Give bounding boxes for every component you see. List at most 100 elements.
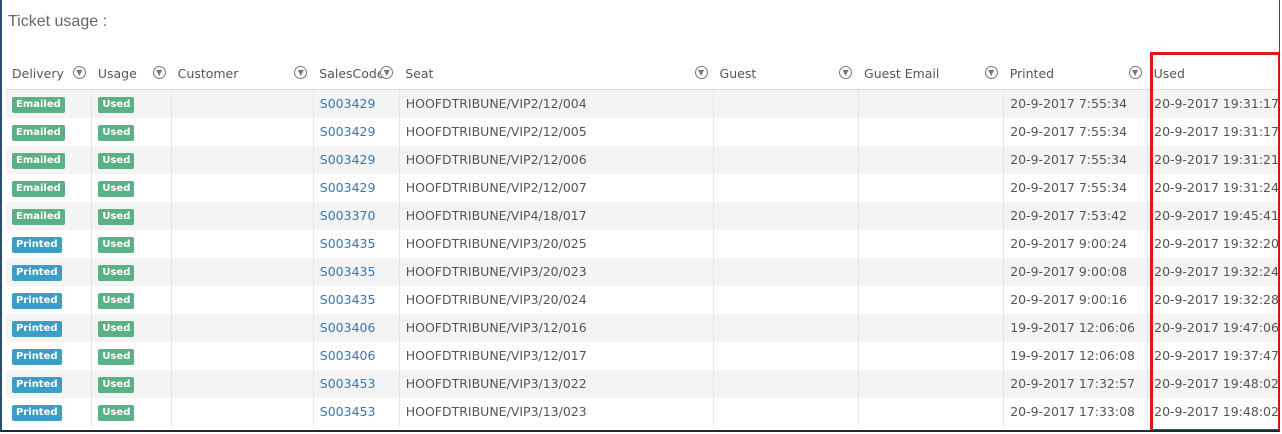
usage-cell: Used xyxy=(91,257,172,286)
usage-badge: Used xyxy=(98,96,135,113)
guest-cell xyxy=(713,397,859,426)
customer-cell xyxy=(171,285,314,314)
usage-badge: Used xyxy=(98,376,135,393)
salescode-link[interactable]: S003453 xyxy=(320,376,376,391)
delivery-badge: Printed xyxy=(12,236,62,253)
delivery-cell: Printed xyxy=(6,257,92,286)
usage-cell: Used xyxy=(91,89,172,118)
customer-cell xyxy=(171,257,314,286)
column-header-customer[interactable]: Customer ▼ xyxy=(171,58,314,90)
used-cell: 20-9-2017 19:48:02 xyxy=(1147,369,1279,398)
column-header-salescode[interactable]: SalesCode ▼ xyxy=(313,58,400,90)
salescode-link[interactable]: S003429 xyxy=(320,152,376,167)
guest-email-cell xyxy=(857,229,1004,258)
salescode-link[interactable]: S003406 xyxy=(320,348,376,363)
used-cell: 20-9-2017 19:32:28 xyxy=(1147,285,1279,314)
usage-badge: Used xyxy=(98,124,135,141)
usage-badge: Used xyxy=(98,404,135,421)
delivery-cell: Printed xyxy=(6,285,92,314)
salescode-link[interactable]: S003435 xyxy=(320,236,376,251)
table-row[interactable]: Printed Used S003435 HOOFDTRIBUNE/VIP3/20/0… xyxy=(6,285,1279,314)
column-header-delivery[interactable]: Delivery ▼ xyxy=(6,58,92,90)
column-header-usage[interactable]: Usage ▼ xyxy=(91,58,172,90)
column-header-guest-email[interactable]: Guest Email ▼ xyxy=(858,58,1004,90)
filter-icon[interactable]: ▼ xyxy=(984,66,998,79)
seat-cell: HOOFDTRIBUNE/VIP3/20/025 xyxy=(398,229,714,258)
column-header-seat[interactable]: Seat ▼ xyxy=(399,58,714,90)
guest-email-cell xyxy=(857,285,1004,314)
column-header-printed[interactable]: Printed ▼ xyxy=(1003,58,1148,90)
guest-email-cell xyxy=(857,117,1004,146)
guest-cell xyxy=(713,173,859,202)
used-cell: 20-9-2017 19:32:20 xyxy=(1147,229,1279,258)
ticket-usage-table: Delivery ▼ Usage ▼ Customer ▼ SalesCode ▼ Se… xyxy=(6,58,1279,426)
guest-cell xyxy=(713,229,859,258)
table-row[interactable]: Emailed Used S003429 HOOFDTRIBUNE/VIP2/12/0… xyxy=(6,145,1279,174)
usage-cell: Used xyxy=(91,397,172,426)
usage-cell: Used xyxy=(91,229,172,258)
usage-badge: Used xyxy=(98,348,135,365)
usage-badge: Used xyxy=(98,292,135,309)
table-row[interactable]: Emailed Used S003429 HOOFDTRIBUNE/VIP2/12/0… xyxy=(6,173,1279,202)
filter-icon[interactable]: ▼ xyxy=(380,66,394,79)
salescode-link[interactable]: S003429 xyxy=(320,124,376,139)
guest-cell xyxy=(713,201,859,230)
printed-cell: 20-9-2017 9:00:16 xyxy=(1003,285,1148,314)
delivery-badge: Printed xyxy=(12,292,62,309)
salescode-link[interactable]: S003435 xyxy=(320,292,376,307)
delivery-badge: Emailed xyxy=(12,124,65,141)
table-row[interactable]: Printed Used S003406 HOOFDTRIBUNE/VIP3/12/0… xyxy=(6,313,1279,342)
printed-cell: 19-9-2017 12:06:06 xyxy=(1003,313,1148,342)
salescode-cell: S003406 xyxy=(312,313,400,342)
printed-cell: 20-9-2017 17:33:08 xyxy=(1003,397,1148,426)
filter-icon[interactable]: ▼ xyxy=(839,66,853,79)
table-row[interactable]: Printed Used S003406 HOOFDTRIBUNE/VIP3/12/0… xyxy=(6,341,1279,370)
table-row[interactable]: Emailed Used S003370 HOOFDTRIBUNE/VIP4/18/0… xyxy=(6,201,1279,230)
table-row[interactable]: Printed Used S003453 HOOFDTRIBUNE/VIP3/13/0… xyxy=(6,369,1279,398)
table-header-row: Delivery ▼ Usage ▼ Customer ▼ SalesCode ▼ Se… xyxy=(6,58,1279,90)
salescode-link[interactable]: S003453 xyxy=(320,404,376,419)
filter-icon[interactable]: ▼ xyxy=(294,66,308,79)
salescode-link[interactable]: S003406 xyxy=(320,320,376,335)
usage-badge: Used xyxy=(98,180,135,197)
table-row[interactable]: Emailed Used S003429 HOOFDTRIBUNE/VIP2/12/0… xyxy=(6,117,1279,146)
delivery-cell: Printed xyxy=(6,369,92,398)
column-header-used[interactable]: Used xyxy=(1147,58,1279,90)
usage-cell: Used xyxy=(91,117,172,146)
delivery-cell: Printed xyxy=(6,229,92,258)
salescode-link[interactable]: S003435 xyxy=(320,264,376,279)
salescode-cell: S003435 xyxy=(312,229,400,258)
used-cell: 20-9-2017 19:31:21 xyxy=(1147,145,1279,174)
filter-icon[interactable]: ▼ xyxy=(694,66,708,79)
table-row[interactable]: Printed Used S003435 HOOFDTRIBUNE/VIP3/20/0… xyxy=(6,229,1279,258)
table-row[interactable]: Printed Used S003435 HOOFDTRIBUNE/VIP3/20/0… xyxy=(6,257,1279,286)
guest-email-cell xyxy=(857,201,1004,230)
delivery-badge: Emailed xyxy=(12,96,65,113)
delivery-cell: Emailed xyxy=(6,117,92,146)
usage-cell: Used xyxy=(91,173,172,202)
column-header-guest[interactable]: Guest ▼ xyxy=(713,58,859,90)
guest-email-cell xyxy=(857,369,1004,398)
customer-cell xyxy=(171,89,314,118)
guest-email-cell xyxy=(857,341,1004,370)
usage-cell: Used xyxy=(91,201,172,230)
delivery-badge: Printed xyxy=(12,320,62,337)
salescode-cell: S003429 xyxy=(312,173,400,202)
seat-cell: HOOFDTRIBUNE/VIP3/13/022 xyxy=(398,369,714,398)
delivery-badge: Emailed xyxy=(12,152,65,169)
printed-cell: 20-9-2017 17:32:57 xyxy=(1003,369,1148,398)
salescode-link[interactable]: S003429 xyxy=(320,180,376,195)
guest-email-cell xyxy=(857,257,1004,286)
customer-cell xyxy=(171,341,314,370)
guest-cell xyxy=(713,313,859,342)
table-row[interactable]: Emailed Used S003429 HOOFDTRIBUNE/VIP2/12/0… xyxy=(6,89,1279,118)
filter-icon[interactable]: ▼ xyxy=(72,66,86,79)
table-row[interactable]: Printed Used S003453 HOOFDTRIBUNE/VIP3/13/0… xyxy=(6,397,1279,426)
customer-cell xyxy=(171,145,314,174)
salescode-link[interactable]: S003429 xyxy=(320,96,376,111)
filter-icon[interactable]: ▼ xyxy=(152,66,166,79)
guest-email-cell xyxy=(857,89,1004,118)
guest-cell xyxy=(713,369,859,398)
salescode-link[interactable]: S003370 xyxy=(320,208,376,223)
filter-icon[interactable]: ▼ xyxy=(1128,66,1142,79)
